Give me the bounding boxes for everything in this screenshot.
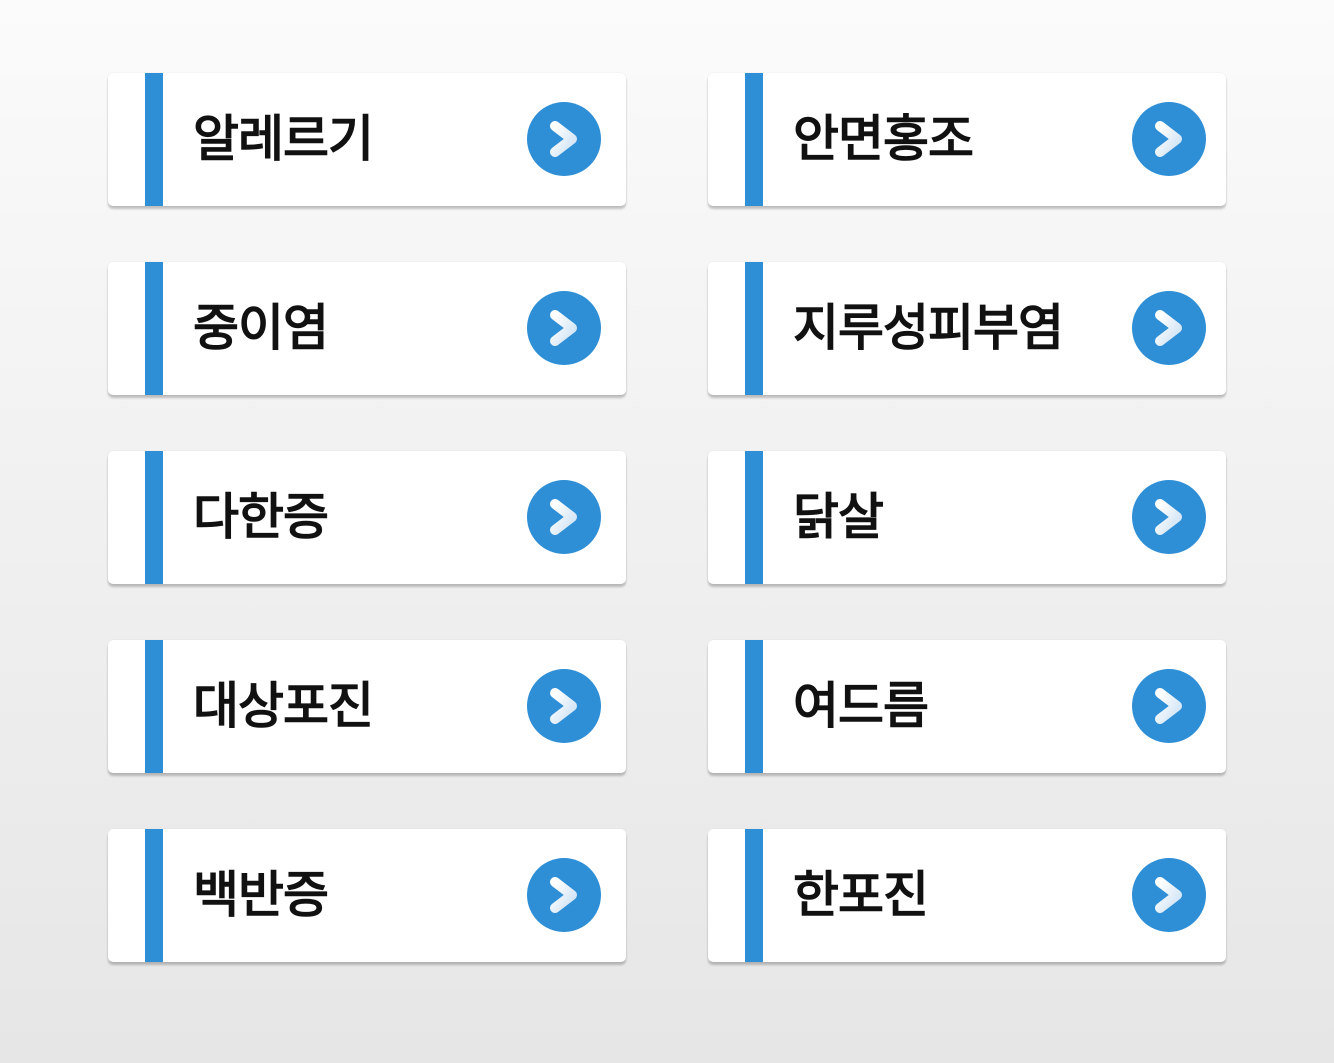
chevron-right-circle-icon[interactable]	[1132, 480, 1206, 554]
condition-card-vitiligo[interactable]: 백반증	[108, 829, 626, 962]
chevron-right-circle-icon[interactable]	[1132, 858, 1206, 932]
condition-label: 백반증	[193, 866, 329, 924]
chevron-right-circle-icon[interactable]	[527, 858, 601, 932]
condition-card-otitis-media[interactable]: 중이염	[108, 262, 626, 395]
accent-bar	[745, 829, 763, 962]
accent-bar	[145, 640, 163, 773]
condition-card-allergy[interactable]: 알레르기	[108, 73, 626, 206]
condition-label: 닭살	[793, 488, 884, 546]
condition-card-facial-flushing[interactable]: 안면홍조	[708, 73, 1226, 206]
chevron-right-circle-icon[interactable]	[527, 669, 601, 743]
condition-card-keratosis-pilaris[interactable]: 닭살	[708, 451, 1226, 584]
condition-card-shingles[interactable]: 대상포진	[108, 640, 626, 773]
accent-bar	[745, 451, 763, 584]
accent-bar	[745, 640, 763, 773]
condition-label: 중이염	[193, 299, 329, 357]
condition-label: 여드름	[793, 677, 929, 735]
accent-bar	[745, 73, 763, 206]
chevron-right-circle-icon[interactable]	[527, 102, 601, 176]
condition-card-dyshidrosis[interactable]: 한포진	[708, 829, 1226, 962]
accent-bar	[145, 262, 163, 395]
condition-label: 안면홍조	[793, 110, 974, 168]
chevron-right-circle-icon[interactable]	[1132, 291, 1206, 365]
condition-list: 알레르기 안면홍조 중이염 지루성피부염 다한증 닭살 대상포진 여드름 백반증…	[108, 73, 1226, 962]
chevron-right-circle-icon[interactable]	[527, 291, 601, 365]
chevron-right-circle-icon[interactable]	[1132, 102, 1206, 176]
accent-bar	[145, 829, 163, 962]
condition-card-seborrheic-dermatitis[interactable]: 지루성피부염	[708, 262, 1226, 395]
condition-label: 대상포진	[193, 677, 374, 735]
condition-label: 지루성피부염	[793, 299, 1064, 357]
condition-label: 알레르기	[193, 110, 374, 168]
chevron-right-circle-icon[interactable]	[1132, 669, 1206, 743]
accent-bar	[745, 262, 763, 395]
accent-bar	[145, 73, 163, 206]
accent-bar	[145, 451, 163, 584]
condition-label: 한포진	[793, 866, 929, 924]
condition-card-hyperhidrosis[interactable]: 다한증	[108, 451, 626, 584]
condition-card-acne[interactable]: 여드름	[708, 640, 1226, 773]
condition-label: 다한증	[193, 488, 329, 546]
chevron-right-circle-icon[interactable]	[527, 480, 601, 554]
